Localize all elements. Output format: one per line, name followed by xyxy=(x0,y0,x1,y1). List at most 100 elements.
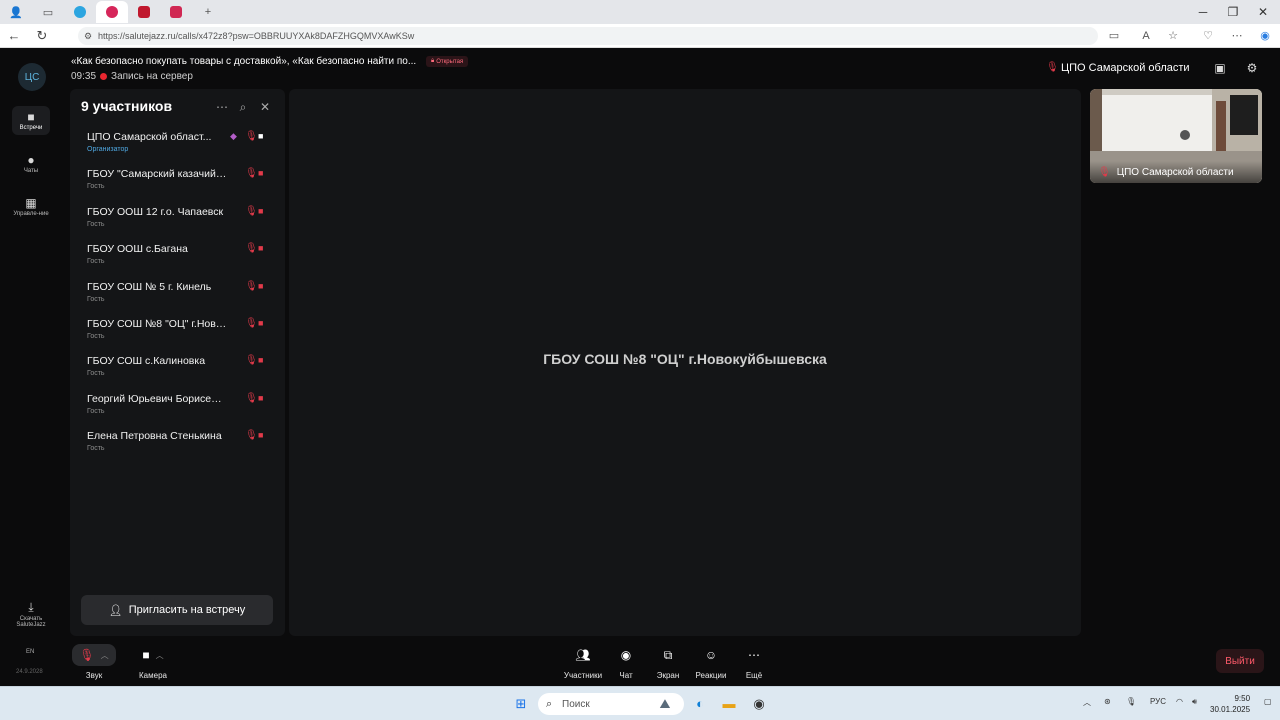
close-window-icon[interactable]: ✕ xyxy=(1248,0,1278,24)
chevron-up-icon[interactable]: ︿ xyxy=(156,650,164,661)
edge-browser-icon[interactable]: ◐ xyxy=(691,695,709,713)
chevron-up-icon[interactable]: ︿ xyxy=(1083,697,1091,708)
sidebar-item-chats[interactable]: ● Чаты xyxy=(12,153,50,174)
tab-actions-icon[interactable]: ▭ xyxy=(32,1,64,23)
new-tab-button[interactable]: + xyxy=(192,1,224,23)
download-app-button[interactable]: ⤓ Скачать SaluteJazz xyxy=(12,600,50,628)
taskbar: ⊞ ⌕ Поиск ⛰ ◐ ▬ ◉ ︿ ⊛ 🎙︎ РУС ◠ 🔊︎ ▢ 9:50… xyxy=(0,686,1280,720)
tab-4[interactable] xyxy=(160,1,192,23)
pin-icon[interactable]: ◆ xyxy=(230,131,237,142)
language-switch[interactable]: EN xyxy=(26,649,34,655)
mic-icon[interactable]: 🎙︎ xyxy=(1126,697,1136,706)
video-thumbnail[interactable]: 🎙︎ ЦПО Самарской области xyxy=(1090,89,1262,183)
site-info-icon[interactable]: ⚙ xyxy=(84,31,92,42)
profile-icon[interactable]: 👤 xyxy=(0,1,32,23)
layout-icon[interactable]: ▣ xyxy=(1213,61,1227,75)
list-item[interactable]: Елена Петровна Стенькина Гость 🎙︎ ■ xyxy=(70,430,285,467)
windows-start-icon[interactable]: ⊞ xyxy=(512,695,530,713)
system-clock[interactable]: 9:50 30.01.2025 xyxy=(1210,693,1250,715)
menu-icon[interactable]: ⋯ xyxy=(1229,28,1245,44)
mic-off-icon[interactable]: 🎙︎ xyxy=(245,243,258,254)
mic-off-icon[interactable]: 🎙︎ xyxy=(245,131,258,142)
read-aloud-icon[interactable]: A xyxy=(1138,28,1154,44)
input-language[interactable]: РУС xyxy=(1150,697,1166,706)
sound-control[interactable]: 🎙︎ ︿ Звук xyxy=(72,644,116,680)
network-app-icon[interactable]: ⊛ xyxy=(1104,697,1111,706)
reactions-button[interactable]: ☺ Реакции xyxy=(694,644,728,680)
camera-off-icon[interactable]: ■ xyxy=(258,206,263,216)
list-item[interactable]: ГБОУ СОШ № 5 г. Кинель Гость 🎙︎ ■ xyxy=(70,281,285,318)
mic-off-icon[interactable]: 🎙︎ xyxy=(245,355,258,366)
add-user-icon: 👤︎ xyxy=(108,604,123,617)
participant-name: ЦПО Самарской област... xyxy=(87,131,212,143)
chat-icon: ● xyxy=(27,153,35,167)
participant-role: Организатор xyxy=(87,146,129,153)
meeting-title: «Как безопасно покупать товары с доставк… xyxy=(71,56,417,67)
widgets-icon[interactable]: ⛰ xyxy=(656,695,674,713)
chat-button[interactable]: ◉ Чат xyxy=(611,644,641,680)
mic-off-icon[interactable]: 🎙︎ xyxy=(245,168,258,179)
participant-name: ГБОУ ООШ с.Багана xyxy=(87,243,188,256)
mic-off-icon: 🎙︎ xyxy=(79,648,95,662)
camera-on-icon[interactable]: ■ xyxy=(258,131,263,141)
more-button[interactable]: ⋯ Ещё xyxy=(739,644,769,680)
chat-icon: ◉ xyxy=(620,648,632,662)
file-explorer-icon[interactable]: ▬ xyxy=(720,695,738,713)
leave-button[interactable]: Выйти xyxy=(1216,649,1264,673)
collections-icon[interactable]: ♡ xyxy=(1200,28,1216,44)
minimize-icon[interactable]: ─ xyxy=(1188,0,1218,24)
mic-off-icon[interactable]: 🎙︎ xyxy=(245,281,258,292)
sidebar-item-management[interactable]: ▦ Управле-ние xyxy=(12,196,50,217)
tab-3[interactable] xyxy=(128,1,160,23)
chevron-up-icon[interactable]: ︿ xyxy=(101,650,109,661)
list-item[interactable]: Георгий Юрьевич Борисенко Гость 🎙︎ ■ xyxy=(70,393,285,430)
participants-button[interactable]: 👥︎ Участники xyxy=(563,644,603,680)
sidebar-item-meetings[interactable]: ■ Встречи xyxy=(12,106,50,135)
participant-role: Гость xyxy=(87,370,105,378)
more-icon[interactable]: ⋯ xyxy=(215,100,229,114)
copilot-icon[interactable]: ◉ xyxy=(1257,28,1273,44)
mic-off-icon[interactable]: 🎙︎ xyxy=(245,430,258,441)
url-field[interactable]: ⚙ https://salutejazz.ru/calls/x472z8?psw… xyxy=(78,27,1098,45)
tab-telegram[interactable] xyxy=(64,1,96,23)
mic-off-icon[interactable]: 🎙︎ xyxy=(245,393,258,404)
camera-off-icon[interactable]: ■ xyxy=(258,318,263,328)
search-icon[interactable]: ⌕ xyxy=(236,100,250,114)
camera-control[interactable]: ■ ︿ Камера xyxy=(130,644,176,680)
meeting-time: 09:35 xyxy=(71,71,97,82)
list-item[interactable]: ГБОУ ООШ с.Багана Гость 🎙︎ ■ xyxy=(70,243,285,280)
maximize-icon[interactable]: ❐ xyxy=(1218,0,1248,24)
chrome-icon[interactable]: ◉ xyxy=(750,695,768,713)
gear-icon[interactable]: ⚙ xyxy=(1245,61,1259,75)
list-item[interactable]: ГБОУ СОШ №8 "ОЦ" г.Ново... Гость 🎙︎ ■ xyxy=(70,318,285,355)
mic-toggle-button[interactable]: 🎙︎ ︿ xyxy=(72,644,116,666)
list-item[interactable]: ГБОУ "Самарский казачий ... Гость 🎙︎ ■ xyxy=(70,168,285,205)
favorite-icon[interactable]: ☆ xyxy=(1165,28,1181,44)
tab-salutejazz[interactable] xyxy=(96,1,128,23)
volume-icon[interactable]: 🔊︎ xyxy=(1192,697,1197,707)
mic-off-icon[interactable]: 🎙︎ xyxy=(245,318,258,329)
camera-off-icon[interactable]: ■ xyxy=(258,393,263,403)
invite-button[interactable]: 👤︎ Пригласить на встречу xyxy=(81,595,273,625)
wifi-icon[interactable]: ◠ xyxy=(1176,697,1183,706)
search-icon: ⌕ xyxy=(546,697,553,710)
camera-off-icon[interactable]: ■ xyxy=(258,281,263,291)
avatar[interactable]: ЦС xyxy=(18,63,46,91)
participants-title: 9 участников xyxy=(81,98,173,114)
camera-off-icon[interactable]: ■ xyxy=(258,243,263,253)
back-icon[interactable]: ← xyxy=(0,28,28,43)
camera-off-icon[interactable]: ■ xyxy=(258,430,263,440)
camera-off-icon[interactable]: ■ xyxy=(258,168,263,178)
mic-off-icon[interactable]: 🎙︎ xyxy=(245,206,258,217)
reload-icon[interactable]: ↻ xyxy=(28,28,56,44)
list-item[interactable]: ГБОУ ООШ 12 г.о. Чапаевск Гость 🎙︎ ■ xyxy=(70,206,285,243)
camera-off-icon[interactable]: ■ xyxy=(258,355,263,365)
mic-off-icon: 🎙︎ xyxy=(1046,62,1059,73)
close-icon[interactable]: ✕ xyxy=(258,100,272,114)
list-item[interactable]: ЦПО Самарской област... Организатор ◆ 🎙︎… xyxy=(70,131,285,168)
notification-icon[interactable]: ▢ xyxy=(1264,697,1272,706)
list-item[interactable]: ГБОУ СОШ с.Калиновка Гость 🎙︎ ■ xyxy=(70,355,285,392)
screen-share-button[interactable]: ⧉ Экран xyxy=(653,644,683,681)
camera-toggle-button[interactable]: ■ ︿ xyxy=(131,644,175,666)
cast-icon[interactable]: ▭ xyxy=(1106,28,1122,44)
